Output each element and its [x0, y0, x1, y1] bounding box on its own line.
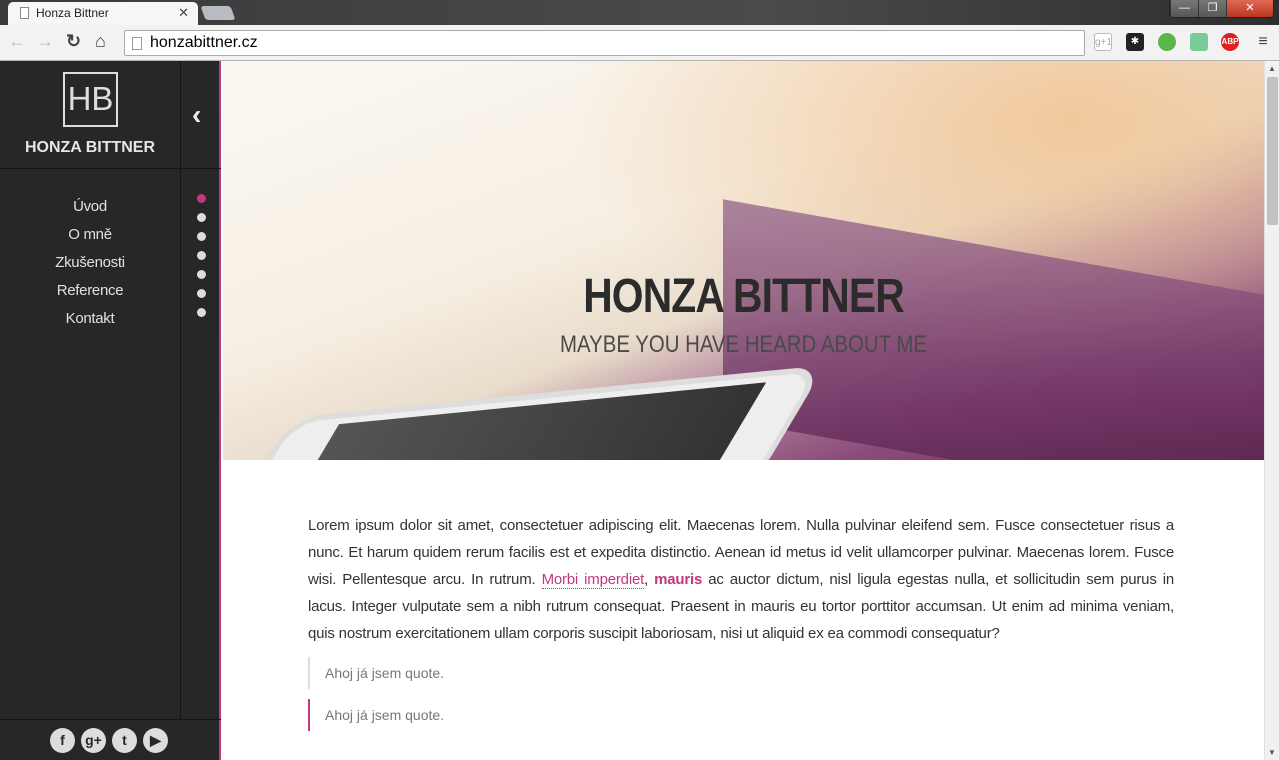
paragraph: Lorem ipsum dolor sit amet, consectetuer… [308, 512, 1174, 647]
page-icon [132, 37, 142, 50]
minimize-button[interactable]: — [1170, 0, 1198, 17]
divider [180, 61, 181, 719]
adblock-plus-icon[interactable]: ABP [1221, 33, 1239, 51]
menu-item-reference[interactable]: Reference [0, 277, 180, 305]
scrollbar-thumb[interactable] [1267, 77, 1278, 225]
hero-banner: HONZA BITTNER MAYBE YOU HAVE HEARD ABOUT… [223, 61, 1264, 460]
blockquote: Ahoj já jsem quote. [308, 699, 1174, 731]
text: , [644, 571, 655, 588]
screen-icon[interactable] [1190, 33, 1208, 51]
menu-item-uvod[interactable]: Úvod [0, 193, 180, 221]
bold-text: mauris [654, 571, 703, 588]
back-icon[interactable]: ← [8, 31, 26, 52]
scrollbar[interactable]: ▲ ▼ [1264, 61, 1279, 760]
google-plus-icon[interactable]: g+ [81, 728, 106, 753]
asterisk-icon[interactable]: ✱ [1126, 33, 1144, 51]
new-tab-button[interactable] [200, 6, 236, 20]
divider [0, 168, 221, 169]
youtube-icon[interactable]: ▶ [143, 728, 168, 753]
scroll-up-icon[interactable]: ▲ [1268, 64, 1276, 73]
address-bar[interactable]: honzabittner.cz [124, 30, 1085, 56]
section-dot[interactable] [197, 232, 206, 241]
restore-button[interactable]: ❐ [1198, 0, 1226, 17]
hero-subtitle: MAYBE YOU HAVE HEARD ABOUT ME [560, 331, 927, 358]
morbi-link[interactable]: Morbi imperdiet [541, 571, 644, 589]
main-menu: Úvod O mně Zkušenosti Reference Kontakt [0, 193, 180, 333]
browser-titlebar: Honza Bittner ✕ — ❐ ✕ [0, 0, 1279, 26]
browser-tab[interactable]: Honza Bittner ✕ [8, 2, 198, 26]
url-text: honzabittner.cz [150, 34, 258, 51]
menu-item-zkusenosti[interactable]: Zkušenosti [0, 249, 180, 277]
google-plus-one-icon[interactable]: g+1 [1094, 33, 1112, 51]
section-dot[interactable] [197, 289, 206, 298]
home-icon[interactable]: ⌂ [95, 31, 106, 52]
divider [0, 719, 221, 720]
twitter-icon[interactable]: t [112, 728, 137, 753]
page-icon [20, 7, 29, 19]
logo[interactable]: HB [63, 72, 118, 127]
tab-title: Honza Bittner [36, 6, 109, 20]
menu-icon[interactable]: ≡ [1254, 33, 1272, 51]
section-dot[interactable] [197, 270, 206, 279]
section-dot[interactable] [197, 213, 206, 222]
facebook-icon[interactable]: f [50, 728, 75, 753]
social-links: f g+ t ▶ [50, 728, 168, 753]
evernote-icon[interactable] [1158, 33, 1176, 51]
chevron-left-icon[interactable]: ‹ [192, 99, 201, 131]
close-tab-icon[interactable]: ✕ [178, 5, 189, 21]
scroll-down-icon[interactable]: ▼ [1268, 748, 1276, 757]
browser-toolbar: ← → ↻ ⌂ honzabittner.cz g+1 ✱ ABP ≡ [0, 25, 1279, 61]
hero-title: HONZA BITTNER [583, 270, 904, 323]
section-dot[interactable] [197, 308, 206, 317]
section-dot[interactable] [197, 251, 206, 260]
blockquote: Ahoj já jsem quote. [308, 657, 1174, 689]
brand-name: HONZA BITTNER [24, 139, 156, 156]
menu-item-kontakt[interactable]: Kontakt [0, 305, 180, 333]
sidebar: HB HONZA BITTNER ‹ Úvod O mně Zkušenosti… [0, 61, 221, 760]
forward-icon[interactable]: → [36, 31, 54, 52]
reload-icon[interactable]: ↻ [66, 31, 81, 52]
window-controls: — ❐ ✕ [1169, 0, 1274, 18]
section-dot[interactable] [197, 194, 206, 203]
section-dots [197, 194, 206, 327]
hero-background [723, 199, 1264, 460]
close-window-button[interactable]: ✕ [1226, 0, 1273, 17]
main-content: Lorem ipsum dolor sit amet, consectetuer… [308, 512, 1174, 731]
menu-item-o-mne[interactable]: O mně [0, 221, 180, 249]
